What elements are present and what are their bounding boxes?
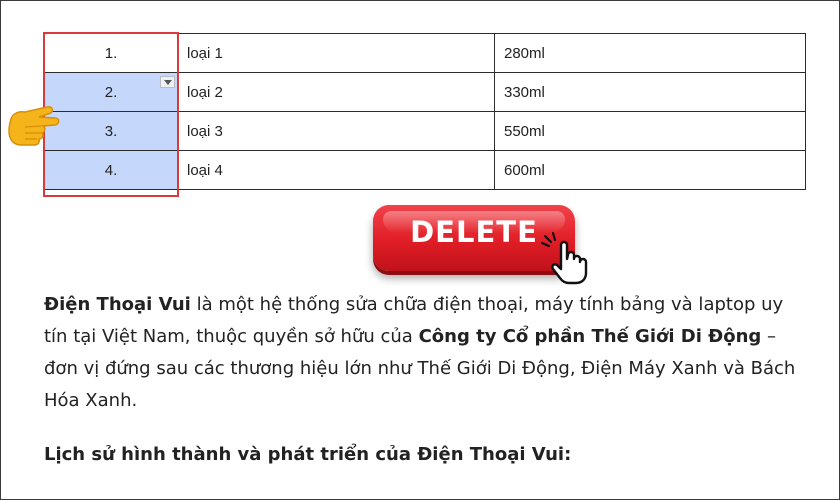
table-row: 3. loại 3 550ml <box>44 111 806 151</box>
company-name: Công ty Cổ phần Thế Giới Di Động <box>418 326 762 347</box>
delete-button-label: DELETE <box>410 215 538 249</box>
table-row: 4. loại 4 600ml <box>44 150 806 190</box>
hand-cursor-icon <box>541 231 588 285</box>
cell-dropdown-icon[interactable] <box>160 76 175 88</box>
article-body: Điện Thoại Vui là một hệ thống sửa chữa … <box>44 289 804 417</box>
brand-name: Điện Thoại Vui <box>44 294 191 315</box>
row-number-cell[interactable]: 1. <box>44 33 178 73</box>
volume-cell[interactable]: 280ml <box>494 33 806 73</box>
volume-cell[interactable]: 550ml <box>494 111 806 151</box>
document-page: 1. loại 1 280ml 2. loại 2 330ml 3. loại … <box>0 0 840 500</box>
name-cell[interactable]: loại 1 <box>177 33 495 73</box>
volume-cell[interactable]: 600ml <box>494 150 806 190</box>
volume-cell[interactable]: 330ml <box>494 72 806 112</box>
name-cell[interactable]: loại 3 <box>177 111 495 151</box>
intro-paragraph: Điện Thoại Vui là một hệ thống sửa chữa … <box>44 289 804 417</box>
table-row: 2. loại 2 330ml <box>44 72 806 112</box>
data-table: 1. loại 1 280ml 2. loại 2 330ml 3. loại … <box>44 33 806 190</box>
table-row: 1. loại 1 280ml <box>44 33 806 73</box>
pointing-hand-icon <box>8 106 60 146</box>
row-number-text: 2. <box>104 83 118 101</box>
name-cell[interactable]: loại 4 <box>177 150 495 190</box>
name-cell[interactable]: loại 2 <box>177 72 495 112</box>
section-heading: Lịch sử hình thành và phát triển của Điệ… <box>44 444 572 465</box>
row-number-cell[interactable]: 4. <box>44 150 178 190</box>
